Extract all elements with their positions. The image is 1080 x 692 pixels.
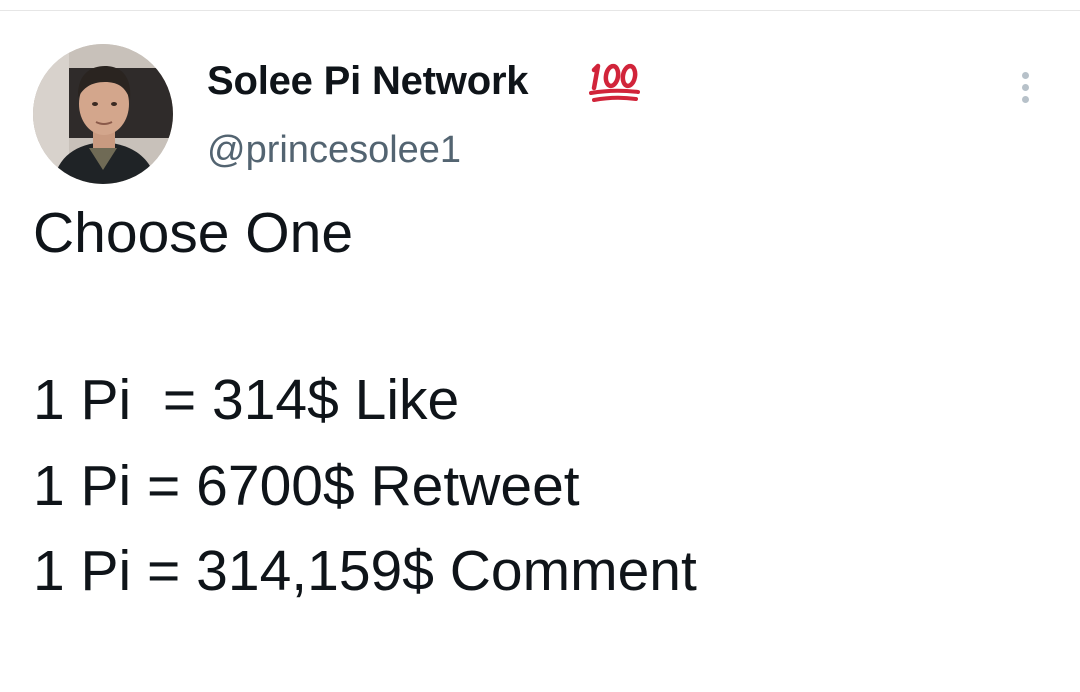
- more-vertical-icon: [1022, 72, 1029, 79]
- more-options-button[interactable]: [1008, 66, 1044, 106]
- tweet-text-line: 1 Pi = 314,159$ Comment: [33, 539, 697, 603]
- author-name[interactable]: Solee Pi Network: [207, 59, 529, 104]
- tweet-text-line: 1 Pi = 6700$ Retweet: [33, 454, 580, 518]
- tweet-text-line: 1 Pi = 314$ Like: [33, 368, 460, 432]
- author-handle[interactable]: @princesolee1: [207, 129, 461, 172]
- avatar[interactable]: [33, 44, 173, 184]
- tweet-card[interactable]: Solee Pi Network @princesolee1 Choose On…: [0, 0, 1080, 692]
- tweet-text-line: Choose One: [33, 201, 354, 265]
- hundred-points-icon: [589, 63, 640, 102]
